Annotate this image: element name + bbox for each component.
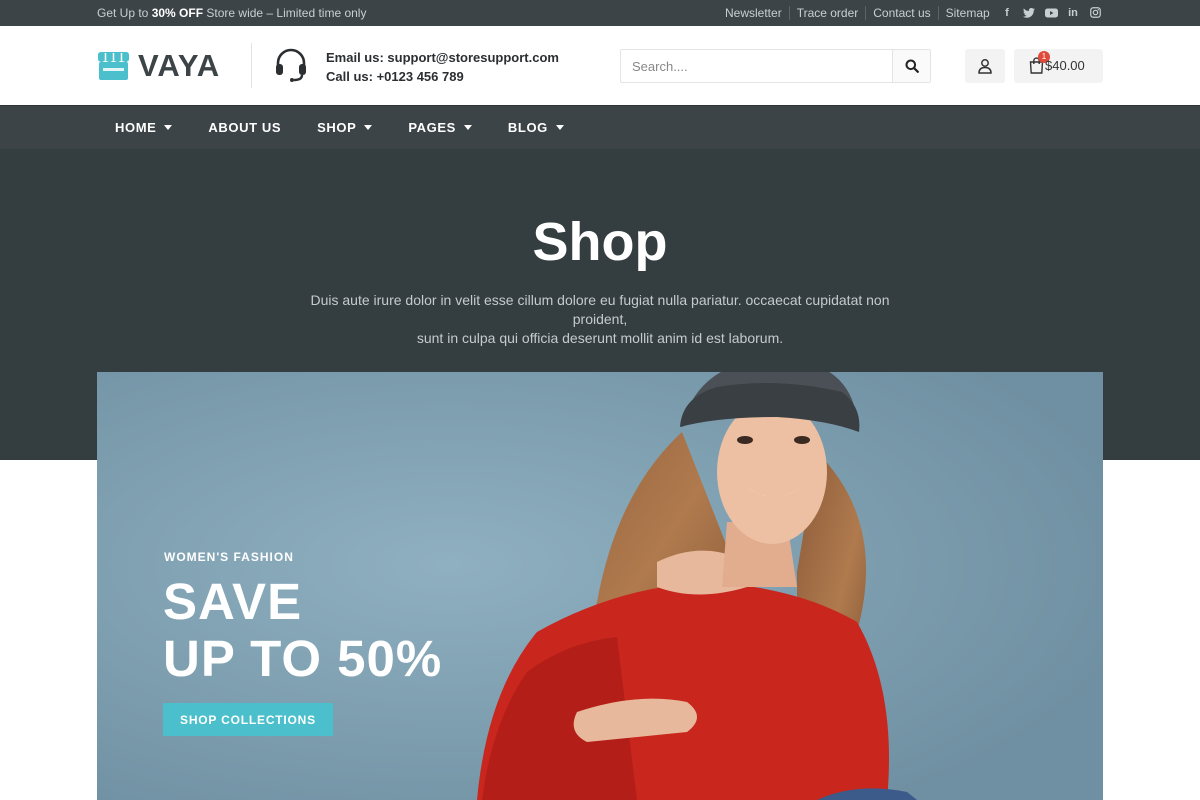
top-links: Newsletter Trace order Contact us Sitema… <box>718 6 997 20</box>
nav-label-pages: PAGES <box>408 120 456 135</box>
search-box <box>620 49 931 83</box>
nav-item-about-us[interactable]: ABOUT US <box>208 120 281 135</box>
sitemap-link[interactable]: Sitemap <box>937 6 997 20</box>
header-divider <box>251 43 252 88</box>
promo-text: Get Up to 30% OFF Store wide – Limited t… <box>97 6 366 20</box>
logo-text: VAYA <box>138 48 221 83</box>
cart-button[interactable]: 1 $40.00 <box>1014 49 1103 83</box>
social-links: f in <box>1000 5 1102 20</box>
subtitle-line-1: Duis aute irure dolor in velit esse cill… <box>310 292 890 327</box>
banner-headline-line-2: UP TO 50% <box>163 630 443 687</box>
banner-eyebrow: WOMEN'S FASHION <box>164 550 294 564</box>
headset-icon <box>273 47 309 88</box>
promo-banner: WOMEN'S FASHION SAVE UP TO 50% SHOP COLL… <box>97 372 1103 800</box>
subtitle-line-2: sunt in culpa qui officia deserunt molli… <box>416 330 784 346</box>
page-subtitle: Duis aute irure dolor in velit esse cill… <box>290 291 910 348</box>
youtube-icon[interactable] <box>1044 5 1058 20</box>
search-button[interactable] <box>892 50 930 82</box>
twitter-icon[interactable] <box>1022 5 1036 20</box>
main-nav: HOME ABOUT US SHOP PAGES BLOG <box>0 105 1200 149</box>
contact-us-link[interactable]: Contact us <box>865 6 937 20</box>
logo[interactable]: VAYA <box>97 48 220 84</box>
caret-down-icon <box>164 125 173 130</box>
search-icon <box>905 59 919 73</box>
nav-item-blog[interactable]: BLOG <box>508 120 564 135</box>
trace-order-link[interactable]: Trace order <box>788 6 866 20</box>
cart-total: $40.00 <box>1045 58 1085 73</box>
nav-item-pages[interactable]: PAGES <box>408 120 472 135</box>
nav-item-home[interactable]: HOME <box>115 120 173 135</box>
facebook-icon[interactable]: f <box>1000 5 1014 20</box>
site-header: VAYA Email us: support@storesupport.com … <box>0 26 1200 105</box>
phone-text[interactable]: Call us: +0123 456 789 <box>326 67 559 86</box>
newsletter-link[interactable]: Newsletter <box>718 6 789 20</box>
nav-label-shop: SHOP <box>317 120 357 135</box>
caret-down-icon <box>364 125 373 130</box>
top-bar: Get Up to 30% OFF Store wide – Limited t… <box>0 0 1200 26</box>
storefront-icon <box>98 52 129 80</box>
user-icon <box>978 59 992 74</box>
email-text[interactable]: Email us: support@storesupport.com <box>326 48 559 67</box>
instagram-icon[interactable] <box>1088 5 1102 20</box>
contact-info: Email us: support@storesupport.com Call … <box>326 48 559 86</box>
promo-suffix: Store wide – Limited time only <box>203 6 367 20</box>
shop-collections-button[interactable]: SHOP COLLECTIONS <box>163 703 333 736</box>
nav-item-shop[interactable]: SHOP <box>317 120 373 135</box>
promo-prefix: Get Up to <box>97 6 152 20</box>
nav-label-about-us: ABOUT US <box>208 120 282 135</box>
caret-down-icon <box>463 125 472 130</box>
search-input[interactable] <box>621 50 893 82</box>
account-button[interactable] <box>965 49 1005 83</box>
nav-label-home: HOME <box>115 120 157 135</box>
caret-down-icon <box>555 125 564 130</box>
nav-label-blog: BLOG <box>507 120 548 135</box>
linkedin-icon[interactable]: in <box>1066 5 1080 20</box>
banner-headline-line-1: SAVE <box>163 573 303 630</box>
page-title: Shop <box>532 212 668 272</box>
promo-highlight: 30% OFF <box>151 6 204 20</box>
